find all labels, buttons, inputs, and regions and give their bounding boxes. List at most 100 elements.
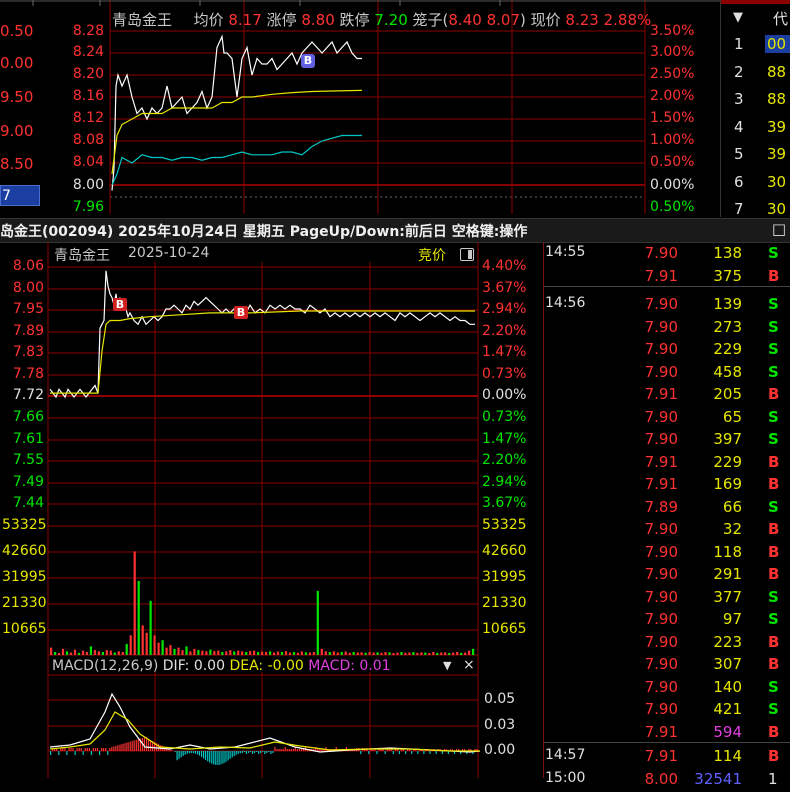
macd-bar	[76, 748, 78, 751]
avg-label: 均价	[193, 11, 224, 29]
macd-bar	[180, 751, 182, 758]
cage-high: 8.40	[448, 11, 482, 29]
tick-separator	[544, 742, 790, 743]
tick-volume: 273	[713, 317, 742, 336]
volume-bar	[412, 652, 415, 655]
macd-bar	[94, 748, 97, 751]
macd-close-icon[interactable]: ×	[463, 657, 475, 673]
volume-bar	[241, 651, 244, 655]
main-price-label: 7.49	[12, 474, 44, 490]
macd-bar	[423, 751, 425, 754]
top-y-label: 7.96	[72, 199, 104, 215]
macd-bar	[68, 748, 70, 751]
macd-bar	[82, 751, 84, 755]
tick-price: 7.90	[644, 700, 678, 718]
volume-bar	[284, 651, 288, 655]
ranking-top-strip	[721, 0, 790, 4]
macd-value: MACD: 0.01	[308, 658, 391, 674]
volume-bar	[428, 653, 431, 655]
main-pct-label: 0.73%	[482, 366, 527, 382]
tick-price: 7.90	[644, 244, 678, 262]
tick-price: 7.91	[644, 266, 678, 285]
ranking-row[interactable]: 2 88	[721, 63, 790, 87]
volume-bar	[296, 652, 299, 655]
tick-volume: 32	[722, 520, 742, 538]
volume-bar	[97, 651, 100, 655]
macd-bar	[129, 741, 131, 751]
auction-toggle-icon[interactable]	[460, 248, 474, 261]
ranking-row[interactable]: 1 00	[721, 35, 790, 59]
ranking-code: 39	[767, 145, 787, 163]
top-chart-svg	[0, 0, 720, 214]
close-box-icon[interactable]: □	[772, 220, 786, 238]
macd-bar	[170, 750, 172, 751]
detail-title-bar: 岛金王(002094) 2025年10月24日 星期五 PageUp/Down:…	[0, 218, 790, 243]
macd-bar	[84, 748, 86, 751]
ranking-row[interactable]: 3 88	[721, 90, 790, 114]
top-b-marker-text: B	[303, 54, 313, 67]
tick-row: 14:55 7.90 138 S	[544, 244, 790, 266]
volume-bar	[201, 650, 204, 655]
limit-up-value: 8.80	[301, 11, 335, 29]
macd-bar	[429, 751, 431, 754]
tick-side: S	[768, 587, 779, 606]
tick-price: 7.90	[644, 677, 678, 696]
volume-bar	[54, 652, 57, 655]
tick-side: S	[768, 700, 779, 718]
macd-bar	[441, 751, 443, 754]
main-pct-label: 1.47%	[482, 431, 527, 447]
volume-bar	[265, 652, 268, 655]
ranking-row[interactable]: 4 39	[721, 118, 790, 142]
volume-bar	[177, 647, 180, 655]
volume-bar	[432, 652, 435, 655]
tick-volume: 375	[713, 266, 742, 285]
tick-volume: 118	[713, 542, 742, 561]
macd-bar	[262, 751, 264, 752]
ranking-row[interactable]: 5 39	[721, 145, 790, 169]
left-partial-label: 7	[2, 188, 11, 204]
macd-bar	[201, 751, 203, 757]
macd-bar	[74, 751, 76, 755]
macd-bar	[231, 751, 233, 758]
macd-bar	[405, 751, 407, 754]
tick-price: 7.90	[644, 610, 678, 628]
volume-bar	[436, 652, 439, 655]
main-pct-label: 3.67%	[482, 280, 527, 296]
auction-label[interactable]: 竞价	[418, 245, 446, 265]
macd-bar	[237, 751, 239, 754]
volume-bar	[304, 652, 307, 655]
tick-row: 7.91 169 B	[544, 475, 790, 497]
ranking-index: 3	[734, 90, 744, 108]
ranking-row[interactable]: 6 30	[721, 173, 790, 197]
volume-bar	[65, 651, 69, 655]
macd-bar	[90, 751, 92, 755]
ranking-header-label[interactable]: 代	[773, 8, 788, 29]
tick-price: 7.89	[644, 497, 678, 516]
tick-row: 7.90 377 S	[544, 588, 790, 610]
left-partial-selected[interactable]: 7	[0, 185, 40, 206]
tick-row: 7.91 205 B	[544, 385, 790, 407]
tick-side: B	[768, 475, 780, 493]
tick-row: 7.90 97 S	[544, 610, 790, 632]
volume-bar	[58, 653, 61, 655]
top-pct-label: 1.00%	[650, 132, 695, 148]
ranking-index: 5	[734, 145, 744, 163]
top-pct-label: 0.00%	[650, 177, 695, 193]
pct-value: 2.88%	[603, 11, 652, 29]
macd-bar	[70, 748, 72, 751]
macd-dropdown-icon[interactable]: ▼	[443, 659, 451, 672]
tick-price: 7.91	[644, 452, 678, 471]
sort-arrow-icon[interactable]: ▼	[733, 10, 743, 25]
tick-side: B	[768, 747, 780, 765]
macd-bar	[88, 748, 90, 751]
macd-bar	[127, 742, 129, 751]
tick-side: S	[768, 430, 779, 448]
macd-bar	[233, 751, 235, 757]
volume-bar	[77, 652, 81, 655]
volume-bar	[161, 640, 164, 655]
tick-volume: 458	[713, 362, 742, 381]
macd-bar	[107, 751, 109, 755]
volume-label-right: 42660	[482, 543, 527, 559]
tick-price: 7.90	[644, 430, 678, 448]
top-chart-header: 青岛金王 均价 8.17 涨停 8.80 跌停 7.20 笼子(8.40 8.0…	[112, 9, 651, 30]
